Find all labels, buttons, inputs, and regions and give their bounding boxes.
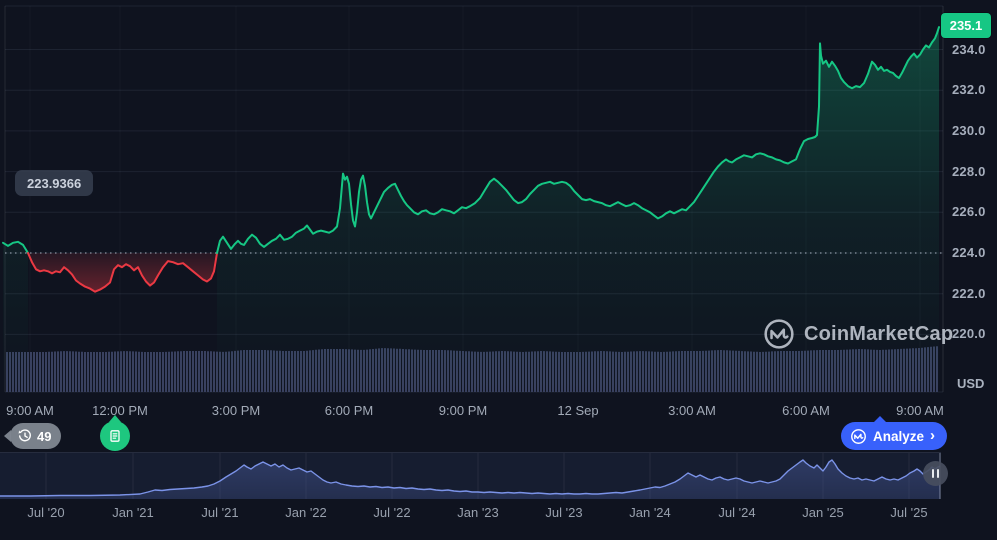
price-axis-label: 222.0 <box>952 285 986 301</box>
chevron-right-icon: › <box>930 426 936 444</box>
navigator-resize-handle[interactable] <box>923 461 948 486</box>
watermark-text: CoinMarketCap <box>804 322 954 345</box>
news-event-pin[interactable] <box>100 415 130 451</box>
time-axis-label: 3:00 PM <box>211 403 261 418</box>
time-axis-label: 6:00 AM <box>782 403 830 418</box>
price-area-up <box>3 241 28 392</box>
price-axis-label: 228.0 <box>952 163 986 179</box>
price-axis-label: 220.0 <box>952 326 986 342</box>
price-axis-label: 234.0 <box>952 41 986 57</box>
handle-grip <box>937 469 939 478</box>
nav-date-label: Jul '21 <box>201 505 239 520</box>
nav-date-label: Jan '24 <box>629 505 671 520</box>
nav-date-label: Jul '23 <box>545 505 583 520</box>
baseline-price-label: 223.9366 <box>15 170 94 196</box>
nav-date-label: Jul '20 <box>27 505 65 520</box>
price-axis-label: 232.0 <box>952 82 986 98</box>
nav-date-label: Jan '25 <box>802 505 844 520</box>
nav-date-label: Jan '21 <box>112 505 154 520</box>
time-axis-label: 3:00 AM <box>668 403 716 418</box>
time-axis-label: 6:00 PM <box>324 403 374 418</box>
analyze-button-tail <box>873 416 887 423</box>
time-axis-label: 9:00 AM <box>896 403 944 418</box>
history-events-button[interactable]: 49 <box>4 423 62 449</box>
price-axis-label: 226.0 <box>952 204 986 220</box>
nav-date-label: Jan '22 <box>285 505 327 520</box>
coinmarketcap-watermark: CoinMarketCap <box>763 318 953 350</box>
range-navigator[interactable] <box>0 452 941 499</box>
price-axis-label: 230.0 <box>952 122 986 138</box>
chart-widget: 223.9366 CoinMarketCap 235.1 234.0 232.0 2… <box>0 0 997 540</box>
analyze-label: Analyze <box>873 428 925 444</box>
history-clock-icon <box>18 429 32 443</box>
coinmarketcap-logo-icon <box>763 318 795 350</box>
time-axis-label: 9:00 PM <box>438 403 488 418</box>
price-chart-area[interactable]: 223.9366 CoinMarketCap 235.1 234.0 232.0 2… <box>0 0 997 398</box>
nav-date-label: Jul '22 <box>373 505 411 520</box>
handle-grip <box>932 469 934 478</box>
history-count: 49 <box>37 428 52 444</box>
document-icon <box>108 429 122 443</box>
analyze-button[interactable]: Analyze › <box>841 416 948 450</box>
nav-date-label: Jul '24 <box>718 505 756 520</box>
time-axis-label: 12 Sep <box>557 403 599 418</box>
nav-date-label: Jul '25 <box>890 505 928 520</box>
nav-date-label: Jan '23 <box>457 505 499 520</box>
current-price-badge: 235.1 <box>941 13 991 38</box>
price-axis-label: 224.0 <box>952 245 986 260</box>
currency-unit-label: USD <box>957 376 985 391</box>
time-axis-label: 9:00 AM <box>6 403 54 418</box>
history-pill-tail <box>4 430 11 442</box>
navigator-svg[interactable] <box>0 453 941 499</box>
coinmarketcap-badge-icon <box>850 428 867 445</box>
news-pin-tail <box>109 415 121 422</box>
